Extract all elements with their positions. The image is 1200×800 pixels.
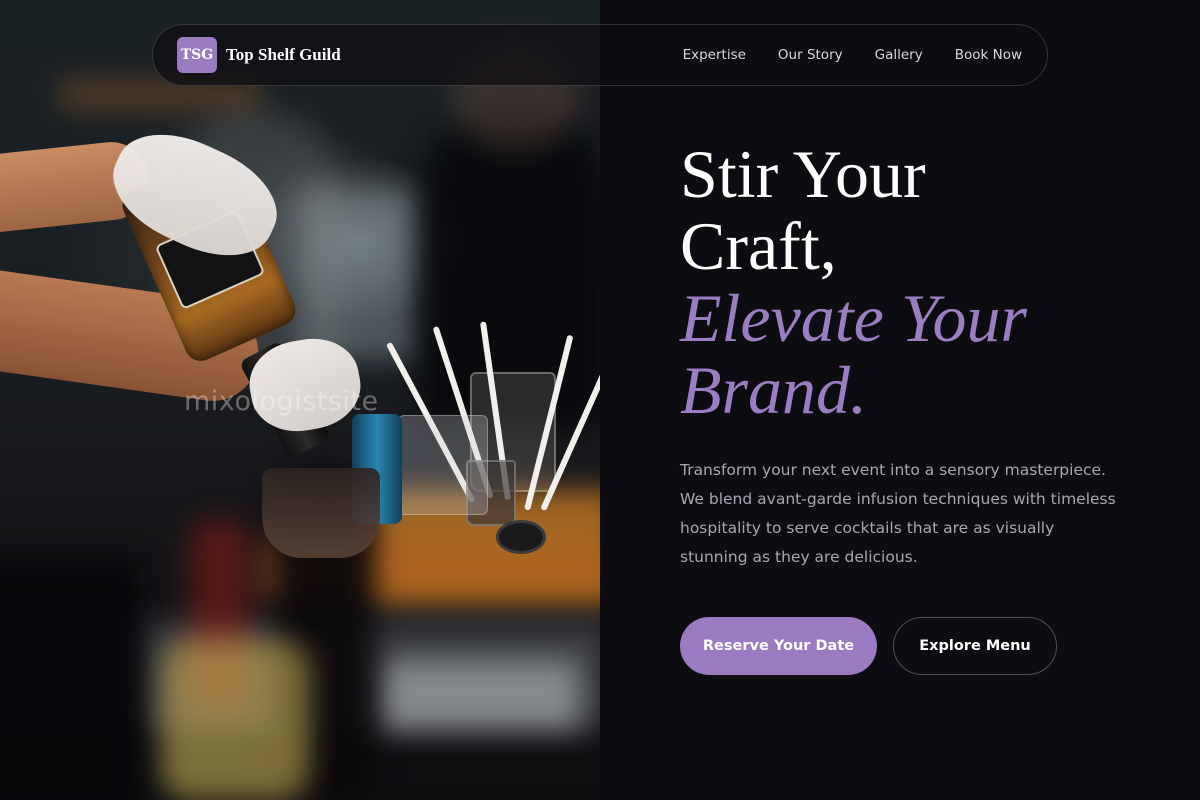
photo-mixing-glass <box>262 468 380 558</box>
photo-watermark: mixologistsite <box>184 386 379 417</box>
headline-line: Craft, <box>680 208 837 284</box>
nav-link-gallery[interactable]: Gallery <box>875 47 923 63</box>
headline-accent-line: Elevate Your <box>680 280 1027 356</box>
top-navigation: TSG Top Shelf Guild Expertise Our Story … <box>152 24 1048 86</box>
photo-shadow <box>0 560 140 800</box>
photo-jigger <box>496 520 546 554</box>
nav-link-book-now[interactable]: Book Now <box>955 47 1022 63</box>
photo-bottle-blurred <box>160 640 310 800</box>
brand-home-link[interactable]: TSG Top Shelf Guild <box>177 37 341 73</box>
photo-garnish-tub <box>398 415 488 515</box>
explore-menu-button[interactable]: Explore Menu <box>893 617 1057 675</box>
nav-link-expertise[interactable]: Expertise <box>683 47 746 63</box>
headline-accent-line: Brand. <box>680 352 867 428</box>
nav-links: Expertise Our Story Gallery Book Now <box>683 47 1022 63</box>
photo-ice <box>380 660 580 730</box>
hero-description: Transform your next event into a sensory… <box>680 461 1116 566</box>
hero-photo-bartender-pouring: mixologistsite <box>0 0 600 800</box>
hero-section: Stir Your Craft, Elevate Your Brand. Tra… <box>680 138 1160 675</box>
headline-line: Stir Your <box>680 136 926 212</box>
brand-name: Top Shelf Guild <box>226 45 341 64</box>
hero-headline: Stir Your Craft, Elevate Your Brand. <box>680 138 1160 426</box>
nav-link-our-story[interactable]: Our Story <box>778 47 843 63</box>
hero-actions: Reserve Your Date Explore Menu <box>680 617 1160 675</box>
brand-logo: TSG <box>177 37 217 73</box>
reserve-date-button[interactable]: Reserve Your Date <box>680 617 877 675</box>
